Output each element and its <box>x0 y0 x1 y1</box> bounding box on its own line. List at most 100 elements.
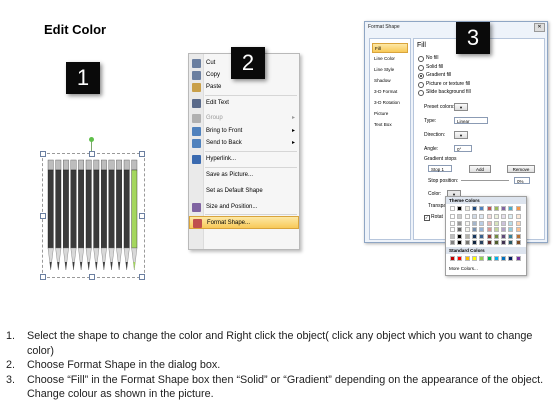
theme-color-swatch[interactable] <box>501 233 507 239</box>
nav-item[interactable]: Text Box <box>372 120 408 130</box>
theme-color-swatch[interactable] <box>479 206 485 211</box>
theme-color-swatch[interactable] <box>515 227 521 233</box>
stop-position-slider[interactable] <box>461 180 509 181</box>
standard-color-swatch[interactable] <box>501 256 507 261</box>
standard-color-swatch[interactable] <box>515 256 521 261</box>
nav-item[interactable]: Picture <box>372 109 408 119</box>
theme-color-swatch[interactable] <box>486 233 492 239</box>
close-icon[interactable]: ✕ <box>534 23 545 32</box>
theme-color-swatch[interactable] <box>508 206 514 211</box>
selected-shape-frame[interactable] <box>42 153 145 278</box>
theme-color-swatch[interactable] <box>479 227 485 233</box>
theme-color-swatch[interactable] <box>501 240 507 245</box>
rotate-handle[interactable] <box>89 137 94 142</box>
theme-color-swatch[interactable] <box>493 233 499 239</box>
resize-handle[interactable] <box>89 274 95 280</box>
fill-radio[interactable] <box>418 81 424 88</box>
menu-item[interactable]: Send to Back ▸ <box>189 137 299 150</box>
theme-color-swatch[interactable] <box>457 227 463 233</box>
theme-color-swatch[interactable] <box>501 206 507 211</box>
resize-handle[interactable] <box>40 213 46 219</box>
theme-color-swatch[interactable] <box>486 214 492 220</box>
theme-color-swatch[interactable] <box>479 240 485 245</box>
menu-item[interactable]: Size and Position... <box>189 201 299 214</box>
theme-color-swatch[interactable] <box>508 227 514 233</box>
standard-color-swatch[interactable] <box>479 256 485 261</box>
standard-color-swatch[interactable] <box>457 256 463 261</box>
preset-colors-button[interactable]: ▾ <box>454 103 468 111</box>
theme-color-swatch[interactable] <box>450 227 455 233</box>
theme-color-swatch[interactable] <box>515 206 521 211</box>
remove-stop-button[interactable]: Remove <box>507 165 535 173</box>
theme-color-swatch[interactable] <box>486 206 492 211</box>
stop-select[interactable]: Stop 1 <box>428 165 452 172</box>
theme-color-swatch[interactable] <box>479 214 485 220</box>
theme-color-swatch[interactable] <box>464 233 470 239</box>
fill-radio[interactable] <box>418 90 424 96</box>
theme-color-swatch[interactable] <box>471 227 477 233</box>
theme-color-swatch[interactable] <box>493 220 499 226</box>
theme-color-swatch[interactable] <box>457 240 463 245</box>
nav-item[interactable]: 3-D Rotation <box>372 98 408 108</box>
resize-handle[interactable] <box>40 274 46 280</box>
standard-color-swatch[interactable] <box>486 256 492 261</box>
theme-color-swatch[interactable] <box>486 227 492 233</box>
resize-handle[interactable] <box>139 213 145 219</box>
theme-color-swatch[interactable] <box>450 214 455 220</box>
theme-color-swatch[interactable] <box>493 240 499 245</box>
theme-color-swatch[interactable] <box>493 214 499 220</box>
resize-handle[interactable] <box>139 151 145 157</box>
theme-color-swatch[interactable] <box>508 220 514 226</box>
theme-color-swatch[interactable] <box>450 206 455 211</box>
resize-handle[interactable] <box>139 274 145 280</box>
standard-color-swatch[interactable] <box>450 256 455 261</box>
menu-item[interactable]: Group ▸ <box>189 112 299 125</box>
theme-color-swatch[interactable] <box>501 220 507 226</box>
theme-color-swatch[interactable] <box>508 233 514 239</box>
theme-color-swatch[interactable] <box>479 233 485 239</box>
theme-color-swatch[interactable] <box>464 214 470 220</box>
nav-item[interactable]: Line Color <box>372 54 408 64</box>
menu-item[interactable]: Paste <box>189 81 299 94</box>
theme-color-swatch[interactable] <box>486 220 492 226</box>
theme-color-swatch[interactable] <box>457 233 463 239</box>
theme-color-swatch[interactable] <box>486 240 492 245</box>
standard-color-swatch[interactable] <box>508 256 514 261</box>
more-colors-link[interactable]: More Colors... <box>449 266 478 271</box>
theme-color-swatch[interactable] <box>493 227 499 233</box>
theme-color-swatch[interactable] <box>479 220 485 226</box>
theme-color-swatch[interactable] <box>471 206 477 211</box>
theme-color-swatch[interactable] <box>515 240 521 245</box>
standard-color-swatch[interactable] <box>471 256 477 261</box>
theme-color-swatch[interactable] <box>471 220 477 226</box>
theme-color-swatch[interactable] <box>515 233 521 239</box>
theme-color-swatch[interactable] <box>508 240 514 245</box>
nav-item[interactable]: Line Style <box>372 65 408 75</box>
theme-color-swatch[interactable] <box>501 227 507 233</box>
direction-button[interactable]: ▾ <box>454 131 468 139</box>
theme-color-swatch[interactable] <box>515 220 521 226</box>
fill-radio[interactable] <box>418 56 424 62</box>
nav-item[interactable]: Fill <box>372 43 408 53</box>
theme-color-swatch[interactable] <box>457 220 463 226</box>
theme-color-swatch[interactable] <box>450 240 455 245</box>
theme-color-swatch[interactable] <box>457 214 463 220</box>
menu-item[interactable]: Set as Default Shape <box>189 185 299 198</box>
nav-item[interactable]: 3-D Format <box>372 87 408 97</box>
theme-color-swatch[interactable] <box>515 214 521 220</box>
theme-color-swatch[interactable] <box>464 227 470 233</box>
angle-input[interactable]: 0° <box>454 145 472 152</box>
resize-handle[interactable] <box>40 151 46 157</box>
nav-item[interactable]: Shadow <box>372 76 408 86</box>
resize-handle[interactable] <box>89 151 95 157</box>
theme-color-swatch[interactable] <box>457 206 463 211</box>
menu-item[interactable]: Save as Picture... <box>189 169 299 182</box>
theme-color-swatch[interactable] <box>508 214 514 220</box>
theme-color-swatch[interactable] <box>501 214 507 220</box>
type-select[interactable]: Linear <box>454 117 488 124</box>
theme-color-swatch[interactable] <box>450 220 455 226</box>
standard-color-swatch[interactable] <box>493 256 499 261</box>
theme-color-swatch[interactable] <box>471 214 477 220</box>
rotate-checkbox[interactable]: ✓ <box>424 215 430 221</box>
theme-color-swatch[interactable] <box>464 220 470 226</box>
